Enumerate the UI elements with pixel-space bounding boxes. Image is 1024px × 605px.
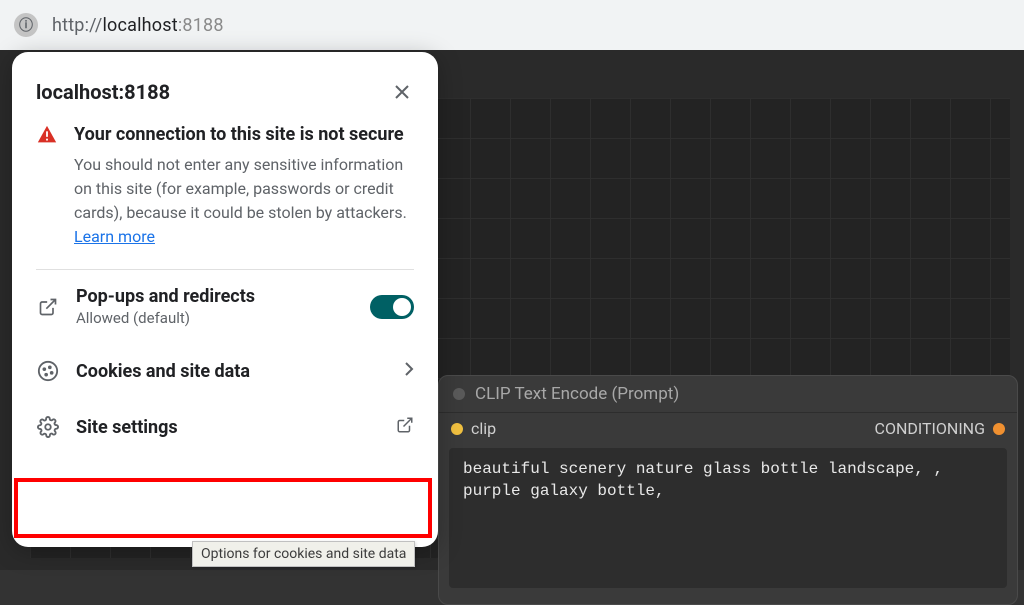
site-info-popup: localhost:8188 Your connection to this s…	[12, 52, 438, 547]
warning-description: You should not enter any sensitive infor…	[74, 153, 414, 249]
prompt-textarea[interactable]: beautiful scenery nature glass bottle la…	[449, 448, 1007, 588]
address-bar: ⓘ http://localhost:8188	[0, 0, 1024, 50]
output-port-conditioning[interactable]: CONDITIONING	[875, 419, 1005, 438]
node-title: CLIP Text Encode (Prompt)	[475, 384, 679, 404]
external-icon	[396, 416, 414, 439]
node-header[interactable]: CLIP Text Encode (Prompt)	[439, 376, 1017, 413]
settings-row-content: Site settings	[76, 417, 380, 438]
site-info-icon[interactable]: ⓘ	[14, 13, 38, 37]
node-ports: clip CONDITIONING	[439, 413, 1017, 444]
input-port-label: clip	[471, 419, 496, 438]
cookie-icon	[36, 359, 60, 383]
url-display[interactable]: http://localhost:8188	[52, 15, 224, 36]
toggle-knob	[393, 298, 411, 316]
settings-label: Site settings	[76, 417, 380, 438]
popups-label: Pop-ups and redirects	[76, 286, 354, 307]
learn-more-link[interactable]: Learn more	[74, 227, 155, 246]
cookies-label: Cookies and site data	[76, 361, 388, 382]
chevron-right-icon	[404, 361, 414, 382]
popups-sub: Allowed (default)	[76, 309, 354, 327]
clip-text-encode-node[interactable]: CLIP Text Encode (Prompt) clip CONDITION…	[438, 375, 1018, 605]
warning-desc-text: You should not enter any sensitive infor…	[74, 155, 407, 222]
tooltip-text: Options for cookies and site data	[201, 546, 406, 562]
popups-and-redirects-row[interactable]: Pop-ups and redirects Allowed (default)	[12, 270, 438, 343]
input-port-clip[interactable]: clip	[451, 419, 496, 438]
node-header-dot-icon	[453, 388, 465, 400]
close-icon[interactable]	[390, 80, 414, 104]
connection-warning: Your connection to this site is not secu…	[12, 122, 438, 249]
warning-triangle-icon	[36, 124, 58, 146]
url-protocol: http://	[52, 15, 102, 36]
url-host: localhost	[102, 15, 177, 36]
port-dot-icon	[451, 423, 463, 435]
gear-icon	[36, 415, 60, 439]
site-settings-row[interactable]: Site settings	[12, 399, 438, 455]
url-port: :8188	[178, 15, 224, 36]
external-link-icon	[36, 295, 60, 319]
warning-text: Your connection to this site is not secu…	[74, 122, 414, 249]
output-port-label: CONDITIONING	[875, 419, 985, 438]
info-glyph: ⓘ	[19, 15, 33, 35]
popup-title: localhost:8188	[36, 80, 170, 104]
cookies-tooltip: Options for cookies and site data	[192, 541, 415, 567]
cookies-and-site-data-row[interactable]: Cookies and site data	[12, 343, 438, 399]
cookies-row-content: Cookies and site data	[76, 361, 388, 382]
warning-title: Your connection to this site is not secu…	[74, 122, 414, 147]
popups-toggle[interactable]	[370, 295, 414, 319]
port-dot-icon	[993, 423, 1005, 435]
popup-header: localhost:8188	[12, 80, 438, 104]
popups-row-content: Pop-ups and redirects Allowed (default)	[76, 286, 354, 327]
